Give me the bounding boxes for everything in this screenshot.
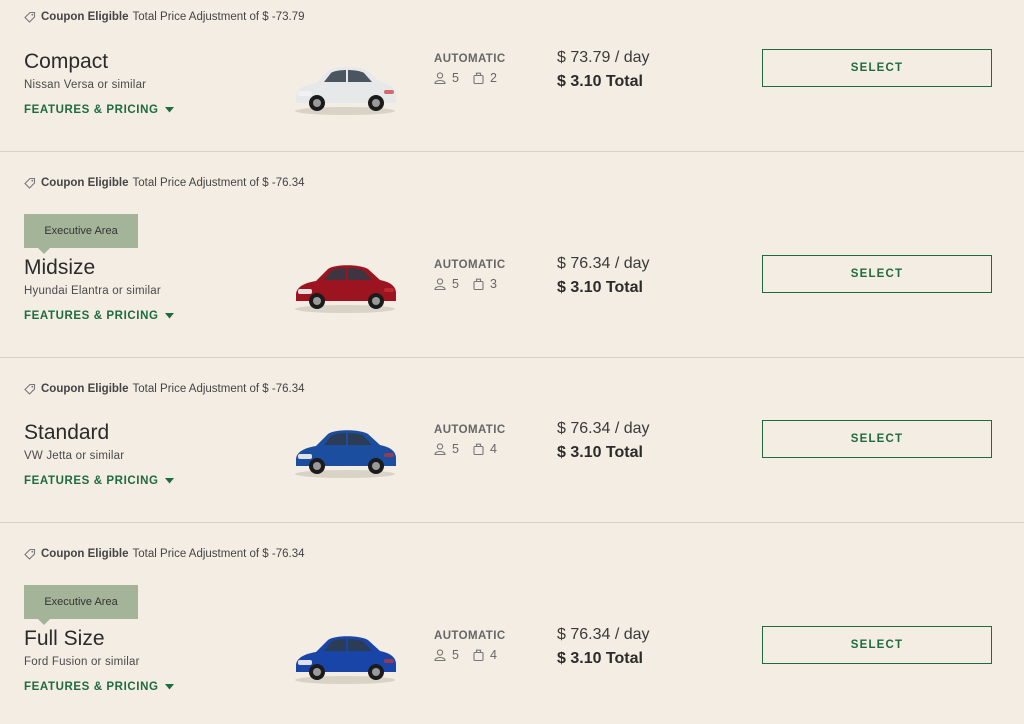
bag-icon — [473, 443, 484, 455]
executive-area-badge: Executive Area — [24, 214, 138, 254]
price-per-day: $ 76.34 / day — [557, 420, 650, 437]
bag-icon — [473, 278, 484, 290]
car-card: Coupon Eligible Total Price Adjustment o… — [0, 523, 1024, 724]
select-button[interactable]: SELECT — [762, 255, 992, 293]
car-similar: VW Jetta or similar — [24, 450, 125, 462]
features-pricing-label: FEATURES & PRICING — [24, 475, 159, 487]
car-image — [295, 636, 396, 684]
coupon-label: Coupon Eligible — [41, 11, 129, 23]
price-per-day: $ 76.34 / day — [557, 255, 650, 272]
car-image — [295, 67, 396, 115]
coupon-line: Coupon Eligible Total Price Adjustment o… — [24, 11, 305, 23]
price-per-day: $ 73.79 / day — [557, 49, 650, 66]
caret-down-icon — [164, 313, 174, 319]
price-total: $ 3.10 Total — [557, 444, 643, 461]
passenger-count: 5 — [452, 648, 459, 662]
person-icon — [434, 443, 446, 455]
bag-icon — [473, 72, 484, 84]
bag-count: 4 — [489, 648, 497, 662]
car-card: Coupon Eligible Total Price Adjustment o… — [0, 0, 1024, 152]
person-icon — [434, 72, 446, 84]
coupon-label: Coupon Eligible — [41, 383, 129, 395]
tag-icon — [24, 177, 36, 189]
passenger-count: 5 — [452, 277, 459, 291]
bag-icon — [473, 649, 484, 661]
price-adjustment: Total Price Adjustment of $ -76.34 — [132, 548, 305, 560]
person-icon — [434, 649, 446, 661]
tag-icon — [24, 11, 36, 23]
price-adjustment: Total Price Adjustment of $ -76.34 — [132, 177, 305, 189]
bag-count: 2 — [489, 71, 497, 85]
executive-area-badge: Executive Area — [24, 585, 138, 625]
person-icon — [434, 278, 446, 290]
transmission: AUTOMATIC — [434, 53, 506, 65]
features-pricing-toggle[interactable]: FEATURES & PRICING — [24, 104, 174, 116]
tag-icon — [24, 548, 36, 560]
tag-icon — [24, 383, 36, 395]
car-similar: Nissan Versa or similar — [24, 79, 147, 91]
caret-down-icon — [164, 107, 174, 113]
coupon-label: Coupon Eligible — [41, 177, 129, 189]
coupon-line: Coupon Eligible Total Price Adjustment o… — [24, 548, 305, 560]
car-class: Full Size — [24, 627, 105, 650]
car-similar: Hyundai Elantra or similar — [24, 285, 161, 297]
transmission: AUTOMATIC — [434, 630, 506, 642]
features-pricing-toggle[interactable]: FEATURES & PRICING — [24, 681, 174, 693]
car-card: Coupon Eligible Total Price Adjustment o… — [0, 152, 1024, 358]
select-button[interactable]: SELECT — [762, 420, 992, 458]
price-total: $ 3.10 Total — [557, 279, 643, 296]
coupon-line: Coupon Eligible Total Price Adjustment o… — [24, 177, 305, 189]
features-pricing-label: FEATURES & PRICING — [24, 681, 159, 693]
bag-count: 4 — [489, 442, 497, 456]
car-class: Midsize — [24, 256, 96, 279]
capacity: 5 3 — [434, 277, 497, 291]
car-class: Compact — [24, 50, 109, 73]
car-class: Standard — [24, 421, 110, 444]
passenger-count: 5 — [452, 71, 459, 85]
caret-down-icon — [164, 684, 174, 690]
select-button[interactable]: SELECT — [762, 626, 992, 664]
car-image — [295, 430, 396, 478]
select-button[interactable]: SELECT — [762, 49, 992, 87]
car-card: Coupon Eligible Total Price Adjustment o… — [0, 358, 1024, 523]
coupon-label: Coupon Eligible — [41, 548, 129, 560]
passenger-count: 5 — [452, 442, 459, 456]
price-adjustment: Total Price Adjustment of $ -73.79 — [132, 11, 305, 23]
price-adjustment: Total Price Adjustment of $ -76.34 — [132, 383, 305, 395]
features-pricing-toggle[interactable]: FEATURES & PRICING — [24, 310, 174, 322]
capacity: 5 4 — [434, 648, 497, 662]
car-image — [295, 265, 396, 313]
transmission: AUTOMATIC — [434, 424, 506, 436]
caret-down-icon — [164, 478, 174, 484]
price-per-day: $ 76.34 / day — [557, 626, 650, 643]
price-total: $ 3.10 Total — [557, 73, 643, 90]
coupon-line: Coupon Eligible Total Price Adjustment o… — [24, 383, 305, 395]
capacity: 5 4 — [434, 442, 497, 456]
bag-count: 3 — [489, 277, 497, 291]
capacity: 5 2 — [434, 71, 497, 85]
features-pricing-toggle[interactable]: FEATURES & PRICING — [24, 475, 174, 487]
price-total: $ 3.10 Total — [557, 650, 643, 667]
features-pricing-label: FEATURES & PRICING — [24, 104, 159, 116]
car-similar: Ford Fusion or similar — [24, 656, 140, 668]
features-pricing-label: FEATURES & PRICING — [24, 310, 159, 322]
transmission: AUTOMATIC — [434, 259, 506, 271]
